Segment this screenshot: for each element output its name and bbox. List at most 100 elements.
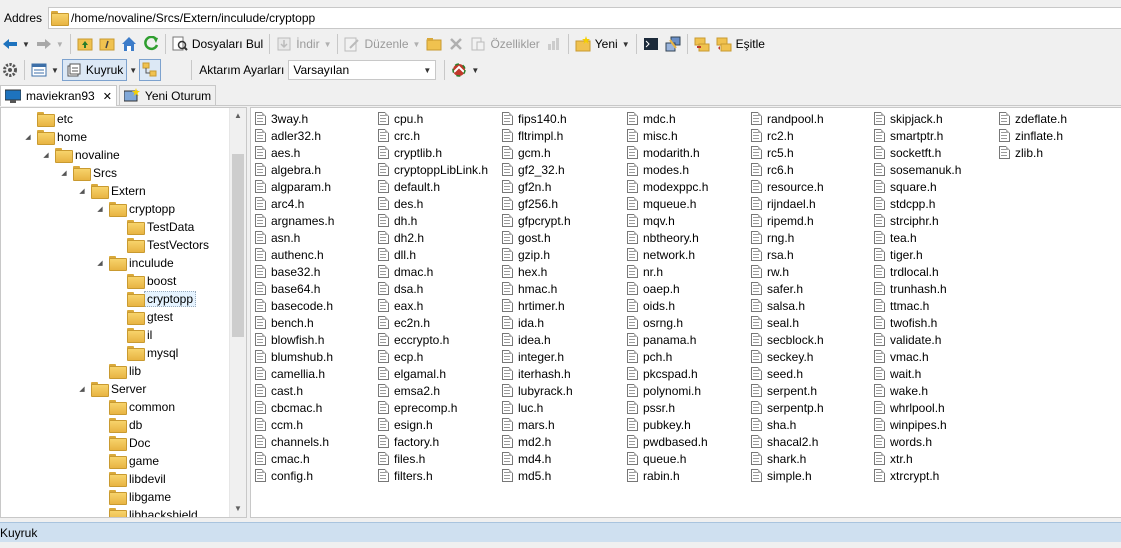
file-item[interactable]: skipjack.h bbox=[874, 110, 961, 127]
tree-item[interactable]: ◢lib bbox=[95, 362, 141, 380]
file-item[interactable]: hex.h bbox=[502, 263, 573, 280]
tree-item[interactable]: ◢boost bbox=[113, 272, 176, 290]
tree-item[interactable]: ◢mysql bbox=[113, 344, 178, 362]
file-item[interactable]: gf2_32.h bbox=[502, 161, 573, 178]
file-item[interactable]: rsa.h bbox=[751, 246, 824, 263]
file-item[interactable]: hmac.h bbox=[502, 280, 573, 297]
delete-button[interactable] bbox=[445, 33, 467, 55]
file-item[interactable]: vmac.h bbox=[874, 348, 961, 365]
file-item[interactable]: gf2n.h bbox=[502, 178, 573, 195]
file-item[interactable]: seckey.h bbox=[751, 348, 824, 365]
expand-toggle-icon[interactable]: ◢ bbox=[23, 133, 33, 141]
file-item[interactable]: cpu.h bbox=[378, 110, 488, 127]
transfer-presets-button[interactable]: ▼ bbox=[448, 59, 482, 81]
find-files-button[interactable]: Dosyaları Bul bbox=[169, 33, 266, 55]
tree-item[interactable]: ◢etc bbox=[23, 110, 73, 128]
file-item[interactable]: serpentp.h bbox=[751, 399, 824, 416]
file-item[interactable]: config.h bbox=[255, 467, 334, 484]
file-item[interactable]: rc5.h bbox=[751, 144, 824, 161]
file-item[interactable]: argnames.h bbox=[255, 212, 334, 229]
file-item[interactable]: secblock.h bbox=[751, 331, 824, 348]
file-item[interactable]: channels.h bbox=[255, 433, 334, 450]
back-dropdown-icon[interactable]: ▼ bbox=[22, 40, 30, 49]
tab-new-session[interactable]: Yeni Oturum bbox=[118, 85, 217, 105]
file-item[interactable]: base64.h bbox=[255, 280, 334, 297]
transfer-settings-select[interactable]: Varsayılan ▼ bbox=[288, 60, 437, 80]
file-item[interactable]: ccm.h bbox=[255, 416, 334, 433]
file-item[interactable]: mars.h bbox=[502, 416, 573, 433]
file-item[interactable]: dh2.h bbox=[378, 229, 488, 246]
tree-item[interactable]: ◢db bbox=[95, 416, 142, 434]
permissions-button[interactable] bbox=[543, 33, 565, 55]
file-item[interactable]: sosemanuk.h bbox=[874, 161, 961, 178]
file-item[interactable]: md4.h bbox=[502, 450, 573, 467]
file-item[interactable]: ripemd.h bbox=[751, 212, 824, 229]
file-item[interactable]: ec2n.h bbox=[378, 314, 488, 331]
file-item[interactable]: pwdbased.h bbox=[627, 433, 708, 450]
file-item[interactable]: eax.h bbox=[378, 297, 488, 314]
file-item[interactable]: validate.h bbox=[874, 331, 961, 348]
preferences-button[interactable] bbox=[0, 59, 21, 81]
address-input[interactable]: /home/novaline/Srcs/Extern/inculude/cryp… bbox=[48, 7, 1121, 29]
scroll-down-icon[interactable]: ▼ bbox=[230, 501, 246, 517]
refresh-button[interactable] bbox=[140, 33, 162, 55]
queue-dropdown-icon[interactable]: ▼ bbox=[129, 66, 137, 75]
file-item[interactable]: ecp.h bbox=[378, 348, 488, 365]
file-item[interactable]: base32.h bbox=[255, 263, 334, 280]
open-folder-button[interactable] bbox=[423, 33, 445, 55]
file-item[interactable]: modes.h bbox=[627, 161, 708, 178]
file-item[interactable]: panama.h bbox=[627, 331, 708, 348]
file-item[interactable]: whrlpool.h bbox=[874, 399, 961, 416]
file-item[interactable]: gcm.h bbox=[502, 144, 573, 161]
download-button[interactable]: İndir ▼ bbox=[273, 33, 334, 55]
view-mode-dropdown-icon[interactable]: ▼ bbox=[51, 66, 59, 75]
file-item[interactable]: camellia.h bbox=[255, 365, 334, 382]
file-item[interactable]: rc6.h bbox=[751, 161, 824, 178]
compare-directories-button[interactable] bbox=[691, 33, 713, 55]
file-item[interactable]: misc.h bbox=[627, 127, 708, 144]
file-item[interactable]: gf256.h bbox=[502, 195, 573, 212]
file-item[interactable]: sha.h bbox=[751, 416, 824, 433]
edit-dropdown-icon[interactable]: ▼ bbox=[413, 40, 421, 49]
file-item[interactable]: 3way.h bbox=[255, 110, 334, 127]
close-icon[interactable]: ✕ bbox=[103, 90, 112, 103]
file-item[interactable]: gzip.h bbox=[502, 246, 573, 263]
file-item[interactable]: shark.h bbox=[751, 450, 824, 467]
tree-item[interactable]: ◢game bbox=[95, 452, 159, 470]
file-item[interactable]: iterhash.h bbox=[502, 365, 573, 382]
file-item[interactable]: factory.h bbox=[378, 433, 488, 450]
file-item[interactable]: queue.h bbox=[627, 450, 708, 467]
file-item[interactable]: square.h bbox=[874, 178, 961, 195]
scroll-up-icon[interactable]: ▲ bbox=[230, 108, 246, 124]
file-item[interactable]: nr.h bbox=[627, 263, 708, 280]
file-item[interactable]: files.h bbox=[378, 450, 488, 467]
file-item[interactable]: xtr.h bbox=[874, 450, 961, 467]
sync-button[interactable]: Eşitle bbox=[713, 33, 768, 55]
file-item[interactable]: socketft.h bbox=[874, 144, 961, 161]
new-button[interactable]: Yeni ▼ bbox=[572, 33, 633, 55]
file-item[interactable]: algebra.h bbox=[255, 161, 334, 178]
file-item[interactable]: des.h bbox=[378, 195, 488, 212]
expand-toggle-icon[interactable]: ◢ bbox=[95, 205, 105, 213]
tree-toggle-button[interactable] bbox=[139, 59, 162, 81]
file-item[interactable]: nbtheory.h bbox=[627, 229, 708, 246]
file-item[interactable]: shacal2.h bbox=[751, 433, 824, 450]
file-item[interactable]: bench.h bbox=[255, 314, 334, 331]
tab-maviekran93[interactable]: maviekran93 ✕ bbox=[0, 85, 117, 106]
view-mode-button[interactable]: ▼ bbox=[28, 59, 62, 81]
file-item[interactable]: gfpcrypt.h bbox=[502, 212, 573, 229]
file-item[interactable]: zinflate.h bbox=[999, 127, 1067, 144]
file-item[interactable]: esign.h bbox=[378, 416, 488, 433]
file-item[interactable]: dmac.h bbox=[378, 263, 488, 280]
file-item[interactable]: cryptoppLibLink.h bbox=[378, 161, 488, 178]
queue-toggle-button[interactable]: Kuyruk bbox=[61, 59, 128, 81]
file-item[interactable]: md5.h bbox=[502, 467, 573, 484]
forward-button[interactable]: ▼ bbox=[33, 33, 67, 55]
new-dropdown-icon[interactable]: ▼ bbox=[622, 40, 630, 49]
file-item[interactable]: pch.h bbox=[627, 348, 708, 365]
tree-item[interactable]: ◢ cryptopp bbox=[95, 200, 175, 218]
file-item[interactable]: wake.h bbox=[874, 382, 961, 399]
queue-panel-header[interactable]: Kuyruk bbox=[0, 522, 1121, 542]
file-item[interactable]: lubyrack.h bbox=[502, 382, 573, 399]
file-item[interactable]: fltrimpl.h bbox=[502, 127, 573, 144]
